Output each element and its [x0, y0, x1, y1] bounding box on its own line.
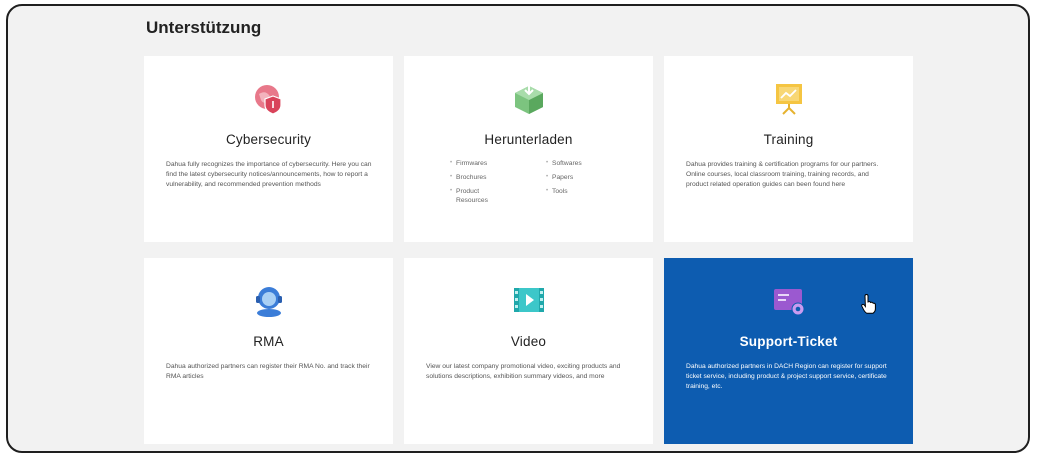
- support-section: Unterstützung Cybersecurity Dahua fully …: [6, 4, 1030, 453]
- card-title: Herunterladen: [484, 132, 573, 147]
- card-cybersecurity[interactable]: Cybersecurity Dahua fully recognizes the…: [144, 56, 393, 242]
- card-title: Video: [510, 334, 547, 349]
- headset-agent-icon: [255, 287, 282, 317]
- card-rma[interactable]: RMA Dahua authorized partners can regist…: [144, 258, 393, 444]
- link-brochures[interactable]: Brochures: [450, 173, 546, 182]
- card-description: Dahua fully recognizes the importance of…: [166, 161, 372, 188]
- card-description: Dahua authorized partners in DACH Region…: [686, 363, 887, 390]
- card-training[interactable]: Training Dahua provides training & certi…: [664, 56, 913, 242]
- card-video[interactable]: Video View our latest company promotiona…: [404, 258, 653, 444]
- card-description: Dahua provides training & certification …: [686, 161, 879, 188]
- card-title: Support-Ticket: [739, 334, 838, 349]
- card-description: Dahua authorized partners can register t…: [166, 363, 370, 380]
- download-links: Firmwares Softwares Brochures Papers Pro…: [450, 159, 623, 205]
- link-softwares[interactable]: Softwares: [546, 159, 642, 168]
- card-support-ticket[interactable]: Support-Ticket Dahua authorized partners…: [664, 258, 913, 444]
- link-tools[interactable]: Tools: [546, 187, 642, 205]
- link-papers[interactable]: Papers: [546, 173, 642, 182]
- card-title: Cybersecurity: [225, 132, 312, 147]
- link-firmwares[interactable]: Firmwares: [450, 159, 546, 168]
- card-title: Training: [763, 132, 814, 147]
- hand-cursor-icon: [861, 294, 876, 314]
- video-play-icon: [513, 288, 544, 312]
- card-title: RMA: [253, 334, 284, 349]
- card-herunterladen[interactable]: Herunterladen Firmwares Softwares Brochu…: [404, 56, 653, 242]
- link-product-resources[interactable]: Product Resources: [450, 187, 500, 205]
- card-description: View our latest company promotional vide…: [426, 363, 621, 380]
- presentation-board-icon: [775, 84, 802, 115]
- download-box-icon: [514, 84, 543, 114]
- ticket-gear-icon: [773, 289, 804, 316]
- shield-globe-icon: [254, 85, 282, 115]
- page-title: Unterstützung: [146, 18, 262, 37]
